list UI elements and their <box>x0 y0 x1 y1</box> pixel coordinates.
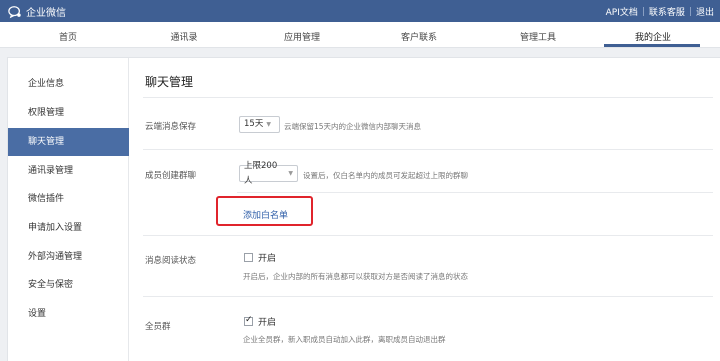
caret-down-icon: ▼ <box>288 170 293 177</box>
divider <box>143 235 713 236</box>
wecom-logo-icon <box>8 5 21 18</box>
group-limit-value: 上限200人 <box>244 160 278 186</box>
sidebar-item-contacts-management[interactable]: 通讯录管理 <box>8 157 129 185</box>
divider <box>143 97 713 98</box>
sidebar-item-settings[interactable]: 设置 <box>8 300 129 328</box>
cloud-retention-value: 15天 <box>244 119 264 129</box>
brand-name: 企业微信 <box>26 8 66 19</box>
page-title: 聊天管理 <box>145 75 194 89</box>
tab-customer-contact[interactable]: 客户联系 <box>401 30 437 43</box>
top-bar: 企业微信 API文档 | 联系客服 | 退出 <box>0 0 720 22</box>
group-limit-hint: 设置后，仅白名单内的成员可发起超过上限的群聊 <box>303 171 468 180</box>
logout-link[interactable]: 退出 <box>696 5 714 18</box>
checkbox-unchecked-icon <box>244 253 253 262</box>
read-status-checkbox-label: 开启 <box>258 254 277 264</box>
read-status-description: 开启后，企业内部的所有消息都可以获取对方是否阅读了消息的状态 <box>243 272 468 281</box>
main-nav: 首页 通讯录 应用管理 客户联系 管理工具 我的企业 <box>0 22 720 48</box>
tab-app-management[interactable]: 应用管理 <box>284 30 320 43</box>
all-staff-group-checkbox-label: 开启 <box>258 318 277 328</box>
tab-contacts[interactable]: 通讯录 <box>170 30 197 43</box>
divider <box>237 192 713 193</box>
sidebar-item-enterprise-info[interactable]: 企业信息 <box>8 70 129 98</box>
divider <box>143 149 713 150</box>
highlight-box <box>216 196 313 226</box>
divider: | <box>688 6 692 17</box>
content-card: 企业信息 权限管理 聊天管理 通讯录管理 微信插件 申请加入设置 外部沟通管理 … <box>7 57 720 361</box>
caret-down-icon: ▼ <box>266 121 271 128</box>
all-staff-group-label: 全员群 <box>145 322 171 332</box>
read-status-checkbox[interactable]: 开启 <box>244 251 276 264</box>
api-docs-link[interactable]: API文档 <box>606 5 638 18</box>
sidebar-item-permissions[interactable]: 权限管理 <box>8 99 129 127</box>
sidebar-item-external-communication[interactable]: 外部沟通管理 <box>8 243 129 271</box>
sidebar-item-chat-management[interactable]: 聊天管理 <box>8 128 129 156</box>
checkbox-checked-icon <box>244 315 253 326</box>
cloud-retention-select[interactable]: 15天 ▼ <box>239 116 280 133</box>
read-status-label: 消息阅读状态 <box>145 256 197 266</box>
cloud-retention-hint: 云端保留15天内的企业微信内部聊天消息 <box>284 122 422 131</box>
cloud-retention-label: 云端消息保存 <box>145 122 197 132</box>
tab-management-tools[interactable]: 管理工具 <box>520 30 556 43</box>
group-limit-label: 成员创建群聊 <box>145 171 197 181</box>
all-staff-group-checkbox[interactable]: 开启 <box>244 315 276 328</box>
sidebar-item-wechat-plugin[interactable]: 微信插件 <box>8 185 129 213</box>
sidebar-item-join-settings[interactable]: 申请加入设置 <box>8 214 129 242</box>
tab-my-enterprise[interactable]: 我的企业 <box>635 30 671 43</box>
main-panel: 聊天管理 云端消息保存 15天 ▼ 云端保留15天内的企业微信内部聊天消息 成员… <box>129 58 720 361</box>
top-links: API文档 | 联系客服 | 退出 <box>606 5 714 19</box>
all-staff-group-description: 企业全员群，新入职成员自动加入此群，离职成员自动退出群 <box>243 335 446 344</box>
sidebar-item-security[interactable]: 安全与保密 <box>8 271 129 299</box>
active-tab-indicator <box>604 44 700 47</box>
contact-support-link[interactable]: 联系客服 <box>649 5 685 18</box>
sidebar: 企业信息 权限管理 聊天管理 通讯录管理 微信插件 申请加入设置 外部沟通管理 … <box>8 58 129 361</box>
group-limit-select[interactable]: 上限200人 ▼ <box>239 161 298 186</box>
divider <box>143 296 713 297</box>
brand[interactable]: 企业微信 <box>8 4 66 19</box>
tab-home[interactable]: 首页 <box>59 30 77 43</box>
divider: | <box>641 6 645 17</box>
